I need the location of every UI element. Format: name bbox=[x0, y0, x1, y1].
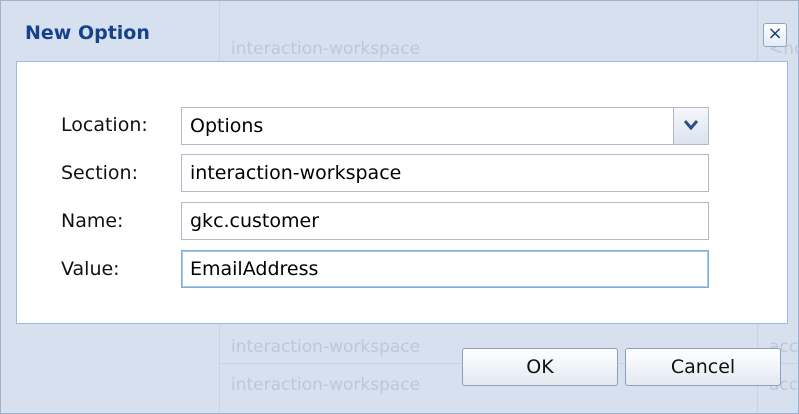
name-input[interactable]: gkc.customer bbox=[181, 202, 709, 240]
form-panel: Location: Options Section: interaction-w… bbox=[16, 61, 788, 324]
background-grid-section-cell: interaction-workspace bbox=[231, 375, 421, 395]
value-label: Value: bbox=[61, 258, 120, 280]
ok-button[interactable]: OK bbox=[462, 348, 618, 386]
name-label: Name: bbox=[61, 210, 124, 232]
background-grid-section-cell: interaction-workspace bbox=[231, 337, 421, 357]
section-label: Section: bbox=[61, 162, 138, 184]
new-option-dialog: interaction-workspace <no interaction-wo… bbox=[0, 0, 799, 414]
location-value: Options bbox=[190, 115, 264, 137]
close-icon: × bbox=[767, 23, 783, 44]
close-button[interactable]: × bbox=[763, 23, 787, 47]
dialog-title: New Option bbox=[25, 22, 150, 44]
location-combobox[interactable]: Options bbox=[181, 107, 709, 145]
section-input[interactable]: interaction-workspace bbox=[181, 154, 709, 192]
chevron-down-icon bbox=[684, 120, 698, 130]
location-label: Location: bbox=[61, 114, 148, 136]
value-input[interactable]: EmailAddress bbox=[181, 250, 709, 288]
location-dropdown-trigger[interactable] bbox=[673, 108, 708, 144]
cancel-button[interactable]: Cancel bbox=[625, 348, 781, 386]
